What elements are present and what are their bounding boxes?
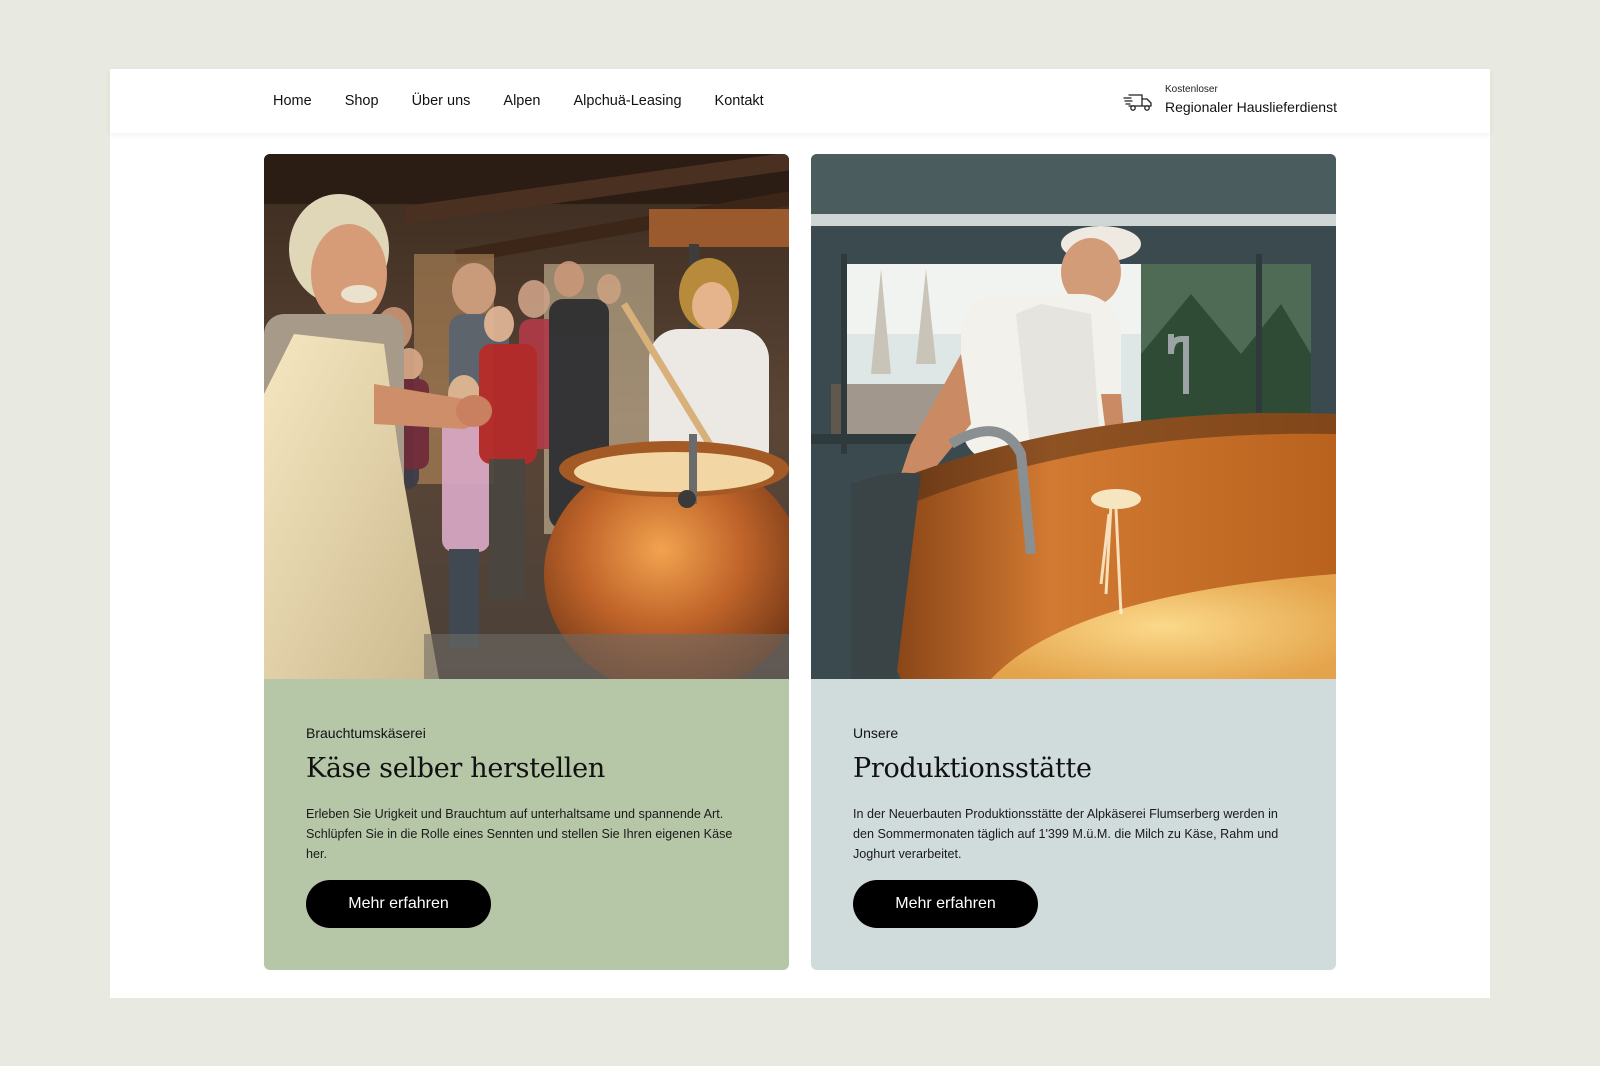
delivery-label-small: Kostenloser [1165,84,1218,95]
cheesemaker-at-copper-vat-photo [811,154,1336,679]
card-description: Erleben Sie Urigkeit und Brauchtum auf u… [306,807,733,861]
mehr-erfahren-button[interactable]: Mehr erfahren [853,880,1038,928]
card-title: Käse selber herstellen [306,753,605,784]
cheesemaker-with-copper-kettle-and-visitors-photo [264,154,789,679]
mehr-erfahren-button[interactable]: Mehr erfahren [306,880,491,928]
nav-item-kontakt[interactable]: Kontakt [715,93,764,109]
page-frame: Home Shop Über uns Alpen Alpchuä-Leasing… [110,69,1490,998]
nav-item-ueber-uns[interactable]: Über uns [412,93,471,109]
card-panel: Unsere Produktionsstätte In der Neuerbau… [811,679,1336,970]
nav-item-shop[interactable]: Shop [345,93,379,109]
card-panel: Brauchtumskäserei Käse selber herstellen… [264,679,789,970]
top-navigation: Home Shop Über uns Alpen Alpchuä-Leasing… [110,69,1490,133]
delivery-label: Regionaler Hauslieferdienst [1165,99,1337,115]
delivery-truck-icon [1123,93,1152,111]
card-eyebrow: Brauchtumskäserei [306,725,426,741]
card-produktionsstaette: Unsere Produktionsstätte In der Neuerbau… [811,154,1336,970]
card-brauchtumskaeserei: Brauchtumskäserei Käse selber herstellen… [264,154,789,970]
nav-item-alpen[interactable]: Alpen [503,93,540,109]
nav-links: Home Shop Über uns Alpen Alpchuä-Leasing… [273,69,764,133]
delivery-info[interactable]: Kostenloser Regionaler Hauslieferdienst [1123,84,1337,115]
delivery-text: Kostenloser Regionaler Hauslieferdienst [1165,84,1337,115]
card-description: In der Neuerbauten Produktionsstätte der… [853,807,1279,861]
nav-item-alpchua-leasing[interactable]: Alpchuä-Leasing [574,93,682,109]
card-title: Produktionsstätte [853,753,1092,784]
nav-item-home[interactable]: Home [273,93,312,109]
card-eyebrow: Unsere [853,725,899,741]
